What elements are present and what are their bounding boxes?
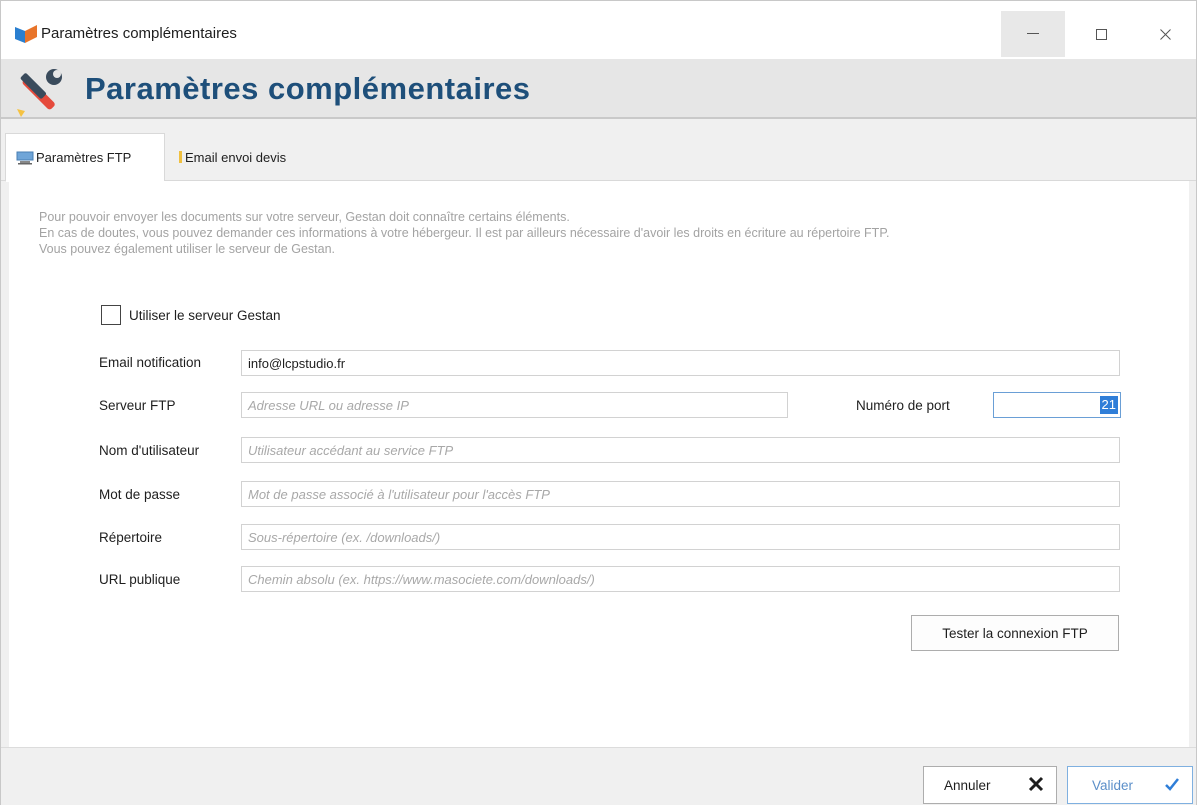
tab-ftp-settings[interactable]: Paramètres FTP [5,133,165,182]
ftp-server-field[interactable]: Adresse URL ou adresse IP [241,392,788,418]
header-banner: Paramètres complémentaires [1,59,1196,119]
email-notification-field[interactable]: info@lcpstudio.fr [241,350,1120,376]
email-notification-label: Email notification [99,355,202,370]
tab-label: Email envoi devis [185,149,287,165]
use-gestan-server-row[interactable]: Utiliser le serveur Gestan [101,305,281,325]
dialog-window: Paramètres complémentaires Paramètres co… [0,0,1197,805]
close-icon [1028,776,1044,792]
ftp-server-label: Serveur FTP [99,398,176,413]
password-field[interactable]: Mot de passe associé à l'utilisateur pou… [241,481,1120,507]
username-field[interactable]: Utilisateur accédant au service FTP [241,437,1120,463]
tab-strip: Paramètres FTP Email envoi devis [1,119,1196,182]
port-number-field[interactable]: 21 [993,392,1121,418]
app-logo-icon [15,25,37,43]
public-url-field[interactable]: Chemin absolu (ex. https://www.masociete… [241,566,1120,592]
use-gestan-server-checkbox[interactable] [101,305,121,325]
test-ftp-connection-button[interactable]: Tester la connexion FTP [911,615,1119,651]
tools-icon [17,69,62,117]
directory-label: Répertoire [99,530,163,545]
use-gestan-server-label: Utiliser le serveur Gestan [129,307,281,323]
page-title: Paramètres complémentaires [85,71,531,106]
minimize-icon [1027,33,1039,34]
maximize-icon [1095,28,1107,40]
password-label: Mot de passe [99,487,181,502]
username-label: Nom d'utilisateur [99,443,200,458]
checkmark-icon [1165,778,1179,791]
port-number-label: Numéro de port [856,398,950,413]
description-line: Vous pouvez également utiliser le serveu… [39,242,336,256]
cancel-button[interactable]: Annuler [923,766,1057,804]
window-title: Paramètres complémentaires [41,25,237,42]
description-line: En cas de doutes, vous pouvez demander c… [39,226,890,240]
description-line: Pour pouvoir envoyer les documents sur v… [39,210,570,224]
close-window-button[interactable] [1133,11,1197,57]
title-bar[interactable]: Paramètres complémentaires [1,1,1196,59]
port-number-value: 21 [1099,396,1118,414]
cancel-label: Annuler [944,777,991,793]
server-icon [16,151,34,164]
maximize-button[interactable] [1069,11,1133,57]
dialog-footer: Annuler Valider [1,747,1196,805]
close-icon [1159,28,1171,40]
public-url-label: URL publique [99,572,181,587]
ftp-settings-panel: Pour pouvoir envoyer les documents sur v… [9,181,1189,747]
tab-label: Paramètres FTP [36,150,132,165]
validate-label: Valider [1092,777,1134,793]
validate-button[interactable]: Valider [1067,766,1193,804]
email-icon [179,151,182,163]
description-text: Pour pouvoir envoyer les documents sur v… [39,209,1159,257]
minimize-button[interactable] [1001,11,1065,57]
tab-email-quote[interactable]: Email envoi devis [171,133,321,181]
directory-field[interactable]: Sous-répertoire (ex. /downloads/) [241,524,1120,550]
